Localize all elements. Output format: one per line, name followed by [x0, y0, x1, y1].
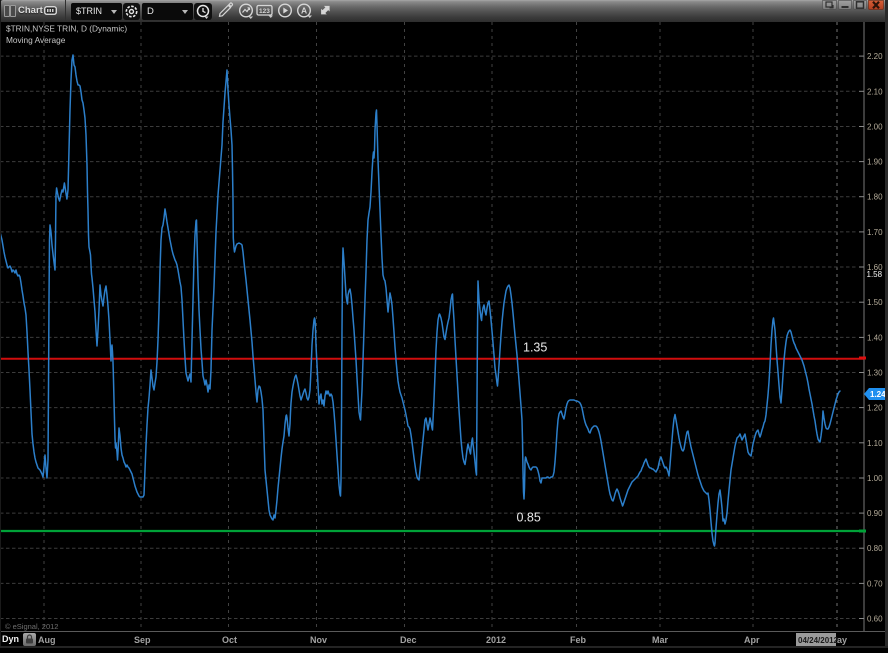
- svg-text:Apr: Apr: [744, 635, 760, 645]
- svg-text:0.80: 0.80: [867, 544, 883, 553]
- svg-text:1.90: 1.90: [867, 158, 883, 167]
- svg-text:Nov: Nov: [310, 635, 327, 645]
- svg-text:Mar: Mar: [652, 635, 669, 645]
- svg-text:1.50: 1.50: [867, 298, 883, 307]
- svg-text:Sep: Sep: [134, 635, 151, 645]
- svg-text:2.20: 2.20: [867, 52, 883, 61]
- svg-text:2012: 2012: [486, 635, 506, 645]
- svg-text:0.90: 0.90: [867, 509, 883, 518]
- svg-text:1.30: 1.30: [867, 369, 883, 378]
- svg-text:Dec: Dec: [400, 635, 417, 645]
- svg-text:1.24: 1.24: [870, 390, 886, 399]
- svg-text:Oct: Oct: [222, 635, 237, 645]
- svg-text:04/24/2012: 04/24/2012: [798, 636, 839, 645]
- svg-text:1.40: 1.40: [867, 333, 883, 342]
- svg-text:A: A: [301, 6, 307, 16]
- svg-text:1.70: 1.70: [867, 228, 883, 237]
- svg-text:0.60: 0.60: [867, 615, 883, 624]
- svg-text:1.10: 1.10: [867, 439, 883, 448]
- svg-text:0.70: 0.70: [867, 579, 883, 588]
- svg-text:1.35: 1.35: [523, 341, 547, 355]
- svg-text:Feb: Feb: [570, 635, 587, 645]
- svg-text:$TRIN,NYSE TRIN, D (Dynamic): $TRIN,NYSE TRIN, D (Dynamic): [6, 24, 127, 34]
- svg-text:Moving Average: Moving Average: [6, 35, 66, 45]
- svg-text:1.80: 1.80: [867, 193, 883, 202]
- svg-text:© eSignal, 2012: © eSignal, 2012: [5, 622, 58, 631]
- svg-text:1.58: 1.58: [867, 270, 883, 279]
- svg-text:0.85: 0.85: [517, 511, 541, 525]
- svg-text:123: 123: [259, 8, 270, 15]
- svg-text:Aug: Aug: [38, 635, 56, 645]
- svg-text:ay: ay: [837, 635, 847, 645]
- svg-text:1.20: 1.20: [867, 404, 883, 413]
- svg-text:2.10: 2.10: [867, 87, 883, 96]
- svg-text:2.00: 2.00: [867, 123, 883, 132]
- svg-text:1.00: 1.00: [867, 474, 883, 483]
